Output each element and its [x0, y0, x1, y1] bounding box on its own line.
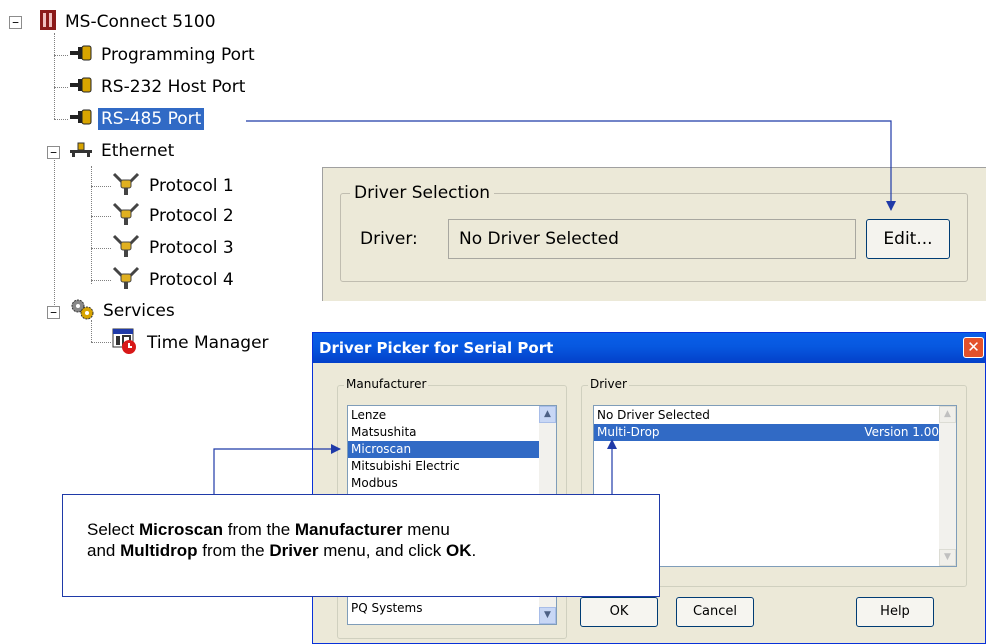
annotation-arrows — [213, 120, 896, 494]
arrow-to-microscan — [213, 444, 341, 494]
arrow-rs485-to-edit — [246, 120, 896, 211]
